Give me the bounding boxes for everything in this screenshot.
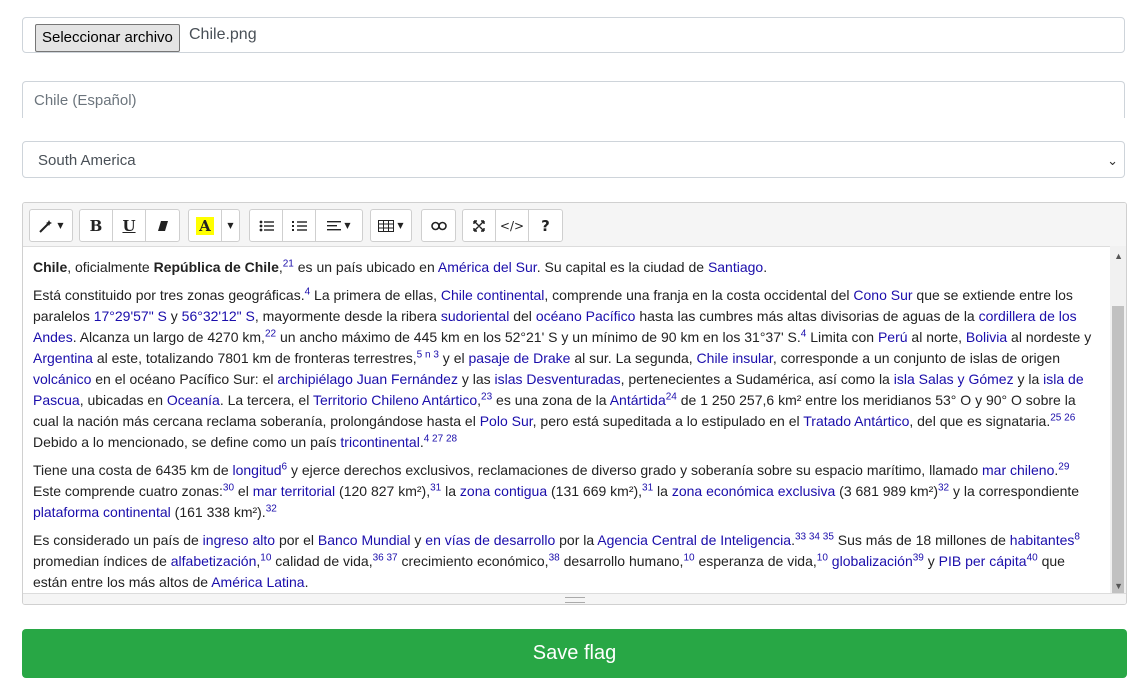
link-icon [430,221,447,230]
link[interactable]: Chile insular [697,350,773,366]
link[interactable]: Cono Sur [853,287,912,303]
style-group: ▼ [29,209,73,242]
view-group: </> ? [462,209,563,242]
rich-text-editor[interactable]: ▼ B U A ▼ ▼ ▼ </> ? Chile, oficialmente … [22,202,1127,605]
link[interactable]: zona económica exclusiva [672,483,835,499]
paragraph-group: ▼ [249,209,363,242]
paragraph-1: Chile, oficialmente República de Chile,2… [33,258,768,275]
bullet-list-icon [259,220,274,231]
link[interactable]: 17°29'57" S [94,308,167,324]
highlight-color-icon: A [196,216,214,235]
link-button[interactable] [422,210,455,241]
paragraph-3: Tiene una costa de 6435 km de longitud6 … [33,461,1080,520]
font-group: B U [79,209,180,242]
link[interactable]: Oceanía [167,392,220,408]
link[interactable]: tricontinental [340,434,419,450]
scrollbar-thumb[interactable] [1112,306,1124,604]
editor-scrollbar[interactable] [1110,246,1126,604]
link[interactable]: isla Salas y Gómez [894,371,1014,387]
caret-down-icon: ▼ [227,221,234,230]
link[interactable]: Argentina [33,350,93,366]
name-input[interactable]: Chile (Español) [22,81,1125,118]
color-dropdown-button[interactable]: ▼ [222,210,239,241]
editor-resize-bar[interactable] [23,593,1126,604]
save-flag-button[interactable]: Save flag [22,629,1127,678]
link[interactable]: sudoriental [441,308,510,324]
unordered-list-button[interactable] [250,210,283,241]
eraser-button[interactable] [146,210,179,241]
link[interactable]: Perú [878,329,908,345]
link[interactable]: Banco Mundial [318,532,411,548]
paragraph-2: Está constituido por tres zonas geográfi… [33,286,1092,450]
region-select[interactable]: South America ⌄ [22,141,1125,178]
fullscreen-button[interactable] [463,210,496,241]
chevron-down-icon: ⌄ [1107,153,1118,168]
underline-button[interactable]: U [113,210,146,241]
link[interactable]: pasaje de Drake [469,350,571,366]
link[interactable]: Antártida [610,392,666,408]
eraser-icon [157,220,168,231]
link[interactable]: ingreso alto [203,532,275,548]
link[interactable]: Territorio Chileno Antártico [313,392,477,408]
link[interactable]: longitud [233,462,282,478]
region-select-value: South America [38,152,136,169]
scroll-down-arrow-icon[interactable]: ▼ [1114,581,1123,591]
link[interactable]: 56°32'12" S [182,308,255,324]
link[interactable]: volcánico [33,371,91,387]
scroll-up-arrow-icon[interactable]: ▲ [1114,251,1123,261]
link[interactable]: Bolivia [966,329,1007,345]
link[interactable]: mar chileno [982,462,1054,478]
link[interactable]: zona contigua [460,483,547,499]
link[interactable]: en vías de desarrollo [425,532,555,548]
file-input[interactable]: Seleccionar archivo Chile.png [22,17,1125,53]
bold-button[interactable]: B [80,210,113,241]
link[interactable]: Polo Sur [480,413,533,429]
link[interactable]: globalización [832,553,913,569]
editor-content[interactable]: Chile, oficialmente República de Chile,2… [33,257,1101,600]
ordered-list-button[interactable] [283,210,316,241]
fullscreen-icon [473,219,485,232]
table-button[interactable]: ▼ [371,210,411,241]
link[interactable]: océano Pacífico [536,308,636,324]
editor-toolbar: ▼ B U A ▼ ▼ ▼ </> ? [23,203,1126,247]
link[interactable]: plataforma continental [33,504,171,520]
color-group: A ▼ [188,209,240,242]
link[interactable]: islas Desventuradas [495,371,621,387]
magic-wand-icon [39,219,53,233]
link[interactable]: archipiélago Juan Fernández [277,371,458,387]
link[interactable]: habitantes [1010,532,1075,548]
file-name: Chile.png [189,26,257,43]
style-button[interactable]: ▼ [30,210,72,241]
link[interactable]: América Latina [211,574,304,590]
link[interactable]: PIB per cápita [939,553,1027,569]
link[interactable]: Agencia Central de Inteligencia [597,532,791,548]
choose-file-button[interactable]: Seleccionar archivo [35,24,180,52]
resize-grip-icon[interactable] [565,597,585,603]
link[interactable]: alfabetización [171,553,257,569]
paragraph-4: Es considerado un país de ingreso alto p… [33,531,1080,590]
table-group: ▼ [370,209,412,242]
link[interactable]: América del Sur [438,259,537,275]
link[interactable]: Chile continental [441,287,545,303]
numbered-list-icon [291,220,307,231]
link[interactable]: Tratado Antártico [803,413,909,429]
insert-group [421,209,456,242]
table-icon [378,219,395,232]
align-button[interactable]: ▼ [316,210,362,241]
color-button[interactable]: A [189,210,222,241]
link[interactable]: Santiago [708,259,763,275]
align-icon [327,220,342,230]
code-view-button[interactable]: </> [496,210,529,241]
link[interactable]: mar territorial [253,483,335,499]
help-button[interactable]: ? [529,210,562,241]
